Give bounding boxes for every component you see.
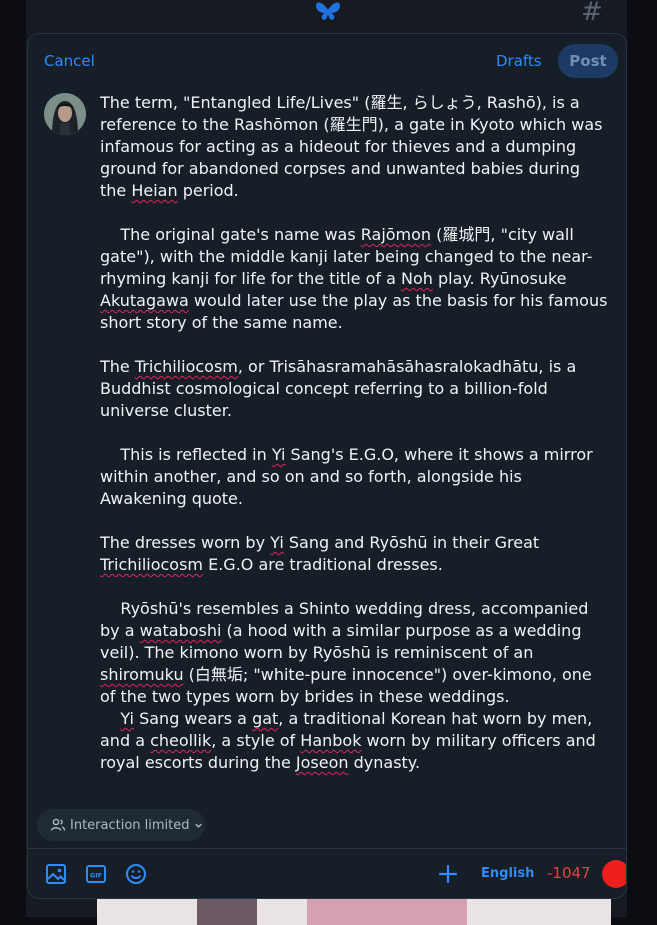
post-text-segment: dynasty.: [348, 753, 421, 772]
post-text-segment: Sang wears a: [134, 709, 253, 728]
post-button[interactable]: Post: [558, 44, 618, 78]
hash-icon[interactable]: #: [581, 0, 603, 26]
composer-header: Cancel Drafts Post: [28, 34, 626, 90]
cancel-button[interactable]: Cancel: [44, 52, 95, 70]
gif-icon[interactable]: GIF: [85, 863, 107, 885]
misspelled-word: Yi: [120, 709, 134, 728]
post-text-segment: play. Ryūnosuke: [432, 269, 572, 288]
people-icon: [50, 818, 66, 831]
interaction-limited-button[interactable]: Interaction limited: [37, 809, 205, 841]
chevron-down-icon: [194, 823, 202, 828]
post-text-segment: , a style of: [211, 731, 301, 750]
interaction-limited-label: Interaction limited: [70, 817, 190, 833]
character-limit-indicator: [602, 860, 626, 888]
misspelled-word: Heian: [131, 181, 178, 200]
misspelled-word: shiromuku: [100, 665, 184, 684]
post-text-segment: This is reflected in: [100, 445, 272, 464]
post-text-segment: The: [100, 357, 135, 376]
emoji-icon[interactable]: [125, 863, 147, 885]
composer-toolbar: GIF English -1047: [28, 849, 626, 898]
post-text-input[interactable]: The term, "Entangled Life/Lives" (羅生, らし…: [100, 92, 610, 782]
misspelled-word: gat: [252, 709, 279, 728]
image-icon[interactable]: [45, 863, 67, 885]
post-text-segment: period.: [177, 181, 239, 200]
post-text-segment: The dresses worn by: [100, 533, 271, 552]
feed-image: [97, 895, 611, 925]
post-text-segment: E.G.O are traditional dresses.: [203, 555, 443, 574]
misspelled-word: wataboshi: [139, 621, 222, 640]
misspelled-word: Trichiliocosm: [100, 555, 204, 574]
misspelled-word: Noh: [400, 269, 433, 288]
post-composer: Cancel Drafts Post The term, "Entangled …: [27, 33, 627, 899]
misspelled-word: cheollik: [150, 731, 212, 750]
add-icon[interactable]: [437, 863, 459, 885]
misspelled-word: Akutagawa: [100, 291, 189, 310]
character-count: -1047: [547, 864, 591, 882]
avatar: [44, 93, 86, 135]
post-text-segment: The original gate's name was: [100, 225, 361, 244]
misspelled-word: Rajōmon: [360, 225, 432, 244]
butterfly-icon: [316, 2, 340, 20]
misspelled-word: Yi: [271, 445, 286, 464]
language-selector[interactable]: English: [481, 866, 534, 881]
misspelled-word: Trichiliocosm: [134, 357, 238, 376]
svg-text:GIF: GIF: [90, 872, 102, 880]
misspelled-word: Hanbok: [300, 731, 362, 750]
drafts-button[interactable]: Drafts: [496, 52, 542, 70]
misspelled-word: Joseon: [295, 753, 349, 772]
misspelled-word: Yi: [270, 533, 284, 552]
post-text-segment: Sang and Ryōshū in their Great: [283, 533, 545, 552]
